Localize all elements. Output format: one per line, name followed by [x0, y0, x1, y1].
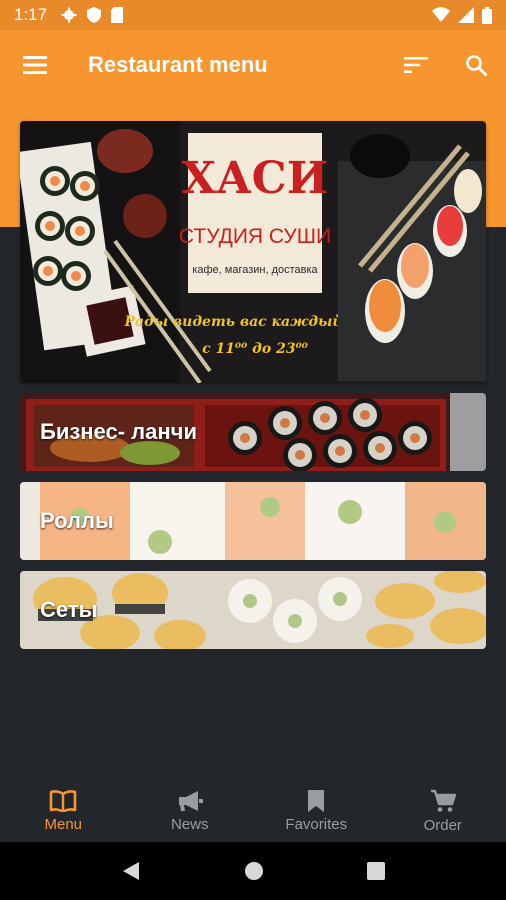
hamburger-menu-button[interactable]	[0, 30, 70, 100]
category-card-business-lunch[interactable]: Бизнес- ланчи	[20, 393, 486, 471]
sd-card-icon	[111, 7, 124, 23]
sort-icon	[404, 57, 428, 73]
category-card-sets[interactable]: Сеты	[20, 571, 486, 649]
book-icon	[49, 789, 77, 812]
wifi-icon	[432, 7, 450, 22]
category-label: Бизнес- ланчи	[40, 419, 197, 444]
bookmark-icon	[308, 789, 325, 812]
megaphone-icon	[178, 790, 203, 811]
signal-icon	[458, 7, 474, 23]
category-card-rolls[interactable]: Роллы	[20, 482, 486, 560]
nav-label-order: Order	[423, 816, 462, 834]
promo-banner[interactable]: ХАСИ СТУДИЯ СУШИ кафе, магазин, доставка…	[20, 121, 486, 383]
search-icon	[466, 55, 487, 76]
nav-label-menu: Menu	[44, 815, 83, 833]
status-bar: 1:17	[0, 0, 506, 30]
nav-item-order[interactable]: Order	[380, 780, 506, 842]
nav-item-menu[interactable]: Menu	[0, 780, 127, 842]
shield-icon	[87, 7, 102, 23]
nav-item-favorites[interactable]: Favorites	[253, 780, 380, 842]
nav-label-favorites: Favorites	[285, 815, 348, 833]
category-label: Роллы	[40, 508, 114, 533]
nav-label-news: News	[170, 815, 209, 833]
app-bar: Restaurant menu	[0, 30, 506, 100]
category-label: Сеты	[40, 597, 98, 622]
system-navigation-bar	[0, 842, 506, 900]
sort-button[interactable]	[386, 30, 446, 100]
gear-icon	[61, 7, 77, 23]
sushi-banner-image: ХАСИ СТУДИЯ СУШИ кафе, магазин, доставка…	[20, 121, 486, 383]
recents-icon[interactable]	[366, 862, 385, 880]
banner-slogan-line2: с 11⁰⁰ до 23⁰⁰	[202, 341, 308, 357]
status-time: 1:17	[14, 5, 48, 24]
banner-brand: ХАСИ	[182, 153, 329, 204]
bottom-navigation: Menu News Favorites Order	[0, 780, 506, 842]
home-icon[interactable]	[244, 861, 264, 881]
banner-subtitle: СТУДИЯ СУШИ	[179, 225, 331, 248]
battery-icon	[482, 6, 492, 24]
nav-item-news[interactable]: News	[127, 780, 254, 842]
cart-icon	[430, 789, 456, 812]
search-button[interactable]	[446, 30, 506, 100]
banner-tagline: кафе, магазин, доставка	[192, 264, 318, 276]
page-title: Restaurant menu	[88, 52, 268, 77]
back-icon[interactable]	[121, 861, 141, 881]
hamburger-icon	[23, 56, 47, 74]
